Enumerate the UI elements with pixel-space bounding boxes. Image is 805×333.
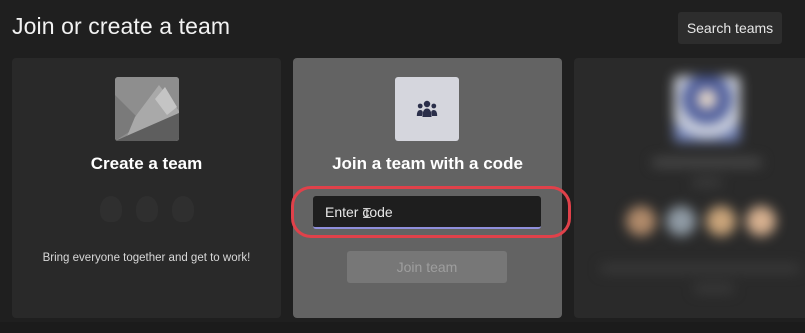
blurred-content <box>574 58 805 318</box>
page-title: Join or create a team <box>12 13 231 39</box>
member-avatar-icon <box>626 206 656 236</box>
join-team-button[interactable]: Join team <box>347 251 507 283</box>
text-cursor-icon: Ɪ <box>363 205 371 221</box>
blurred-team-card[interactable] <box>574 58 805 318</box>
blurred-desc-line <box>694 284 734 293</box>
blurred-subtitle-line <box>692 178 722 187</box>
member-avatar-icon <box>746 206 776 236</box>
create-team-card[interactable]: Create a team Bring everyone together an… <box>12 58 281 318</box>
team-code-input[interactable] <box>313 196 541 227</box>
ghost-avatar-icon <box>99 196 122 222</box>
join-team-title: Join a team with a code <box>332 154 523 173</box>
create-team-title: Create a team <box>90 154 203 173</box>
member-avatar-icon <box>666 206 696 236</box>
bottom-strip <box>0 322 805 333</box>
blurred-title-line <box>652 158 762 167</box>
ghost-avatar-icon <box>171 196 194 222</box>
team-thumbnail-icon <box>115 77 179 141</box>
member-avatar-icon <box>706 206 736 236</box>
ghost-avatar-icon <box>135 196 158 222</box>
blurred-desc-line <box>600 264 800 273</box>
join-team-card: Join a team with a code Ɪ Join team <box>293 58 562 318</box>
ghost-avatars <box>12 196 281 222</box>
team-avatar-icon <box>674 76 740 142</box>
create-team-description: Bring everyone together and get to work! <box>42 252 251 264</box>
people-group-icon <box>395 77 459 141</box>
search-teams-button[interactable]: Search teams <box>678 12 782 44</box>
code-input-wrapper[interactable]: Ɪ <box>313 196 541 229</box>
